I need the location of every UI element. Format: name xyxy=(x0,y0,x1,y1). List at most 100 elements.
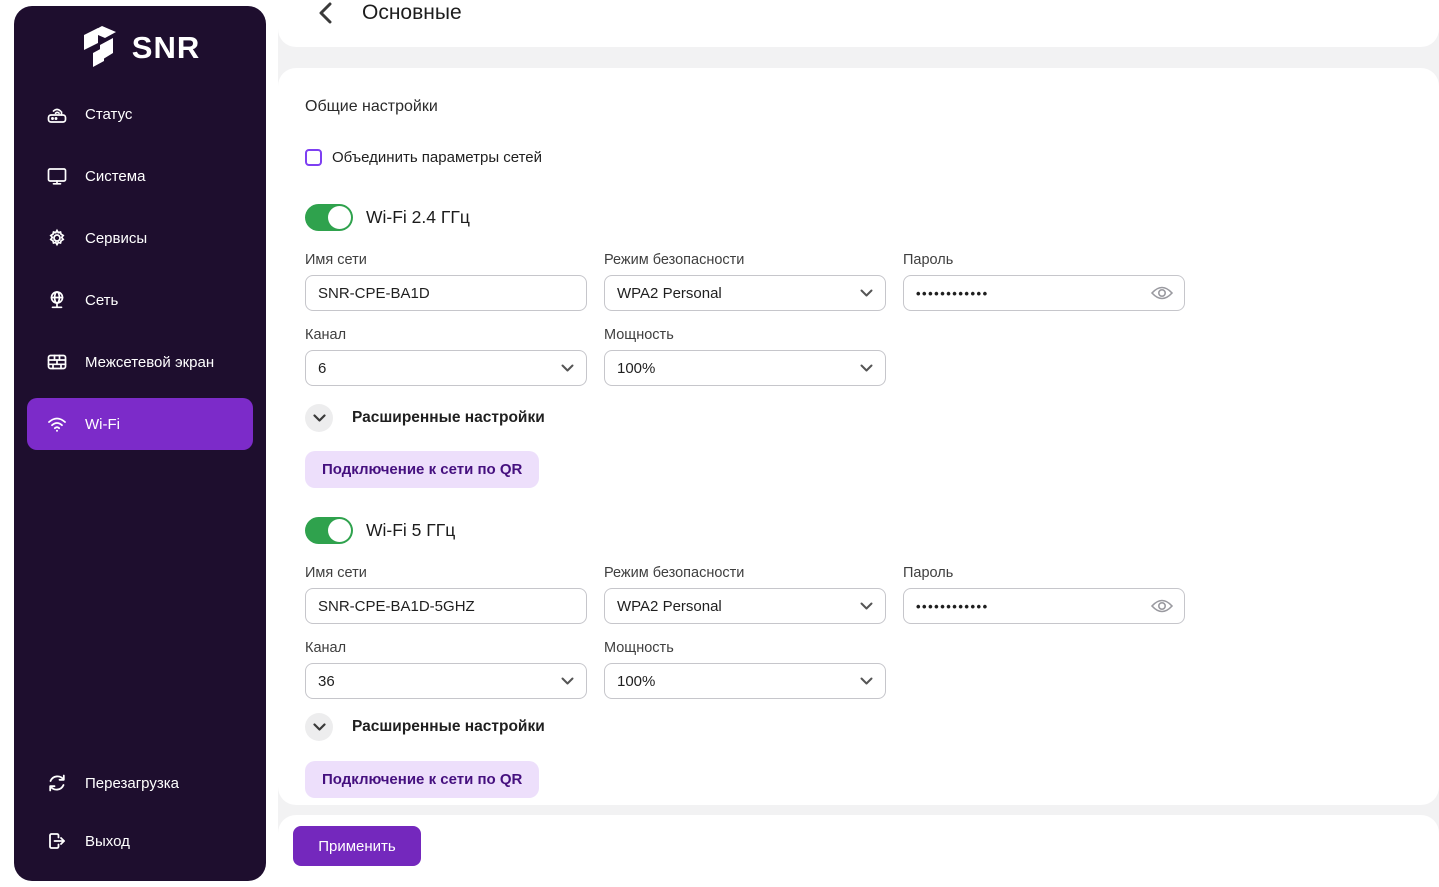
sidebar-item-wifi[interactable]: Wi-Fi xyxy=(27,398,253,450)
security-select-2g[interactable]: WPA2 Personal xyxy=(604,275,886,311)
password-label: Пароль xyxy=(903,564,1185,582)
security-label: Режим безопасности xyxy=(604,251,886,269)
security-selected-value: WPA2 Personal xyxy=(617,598,722,615)
firewall-icon xyxy=(45,350,69,374)
band-5g-title: Wi-Fi 5 ГГц xyxy=(366,520,455,541)
password-input-2g[interactable] xyxy=(903,275,1185,311)
advanced-settings-label: Расширенные настройки xyxy=(352,409,545,427)
gear-icon xyxy=(45,226,69,250)
sidebar-item-label: Перезагрузка xyxy=(85,775,179,792)
toggle-knob xyxy=(328,206,351,229)
power-field-group: Мощность 100% xyxy=(604,639,886,699)
merge-networks-checkbox-row[interactable]: Объединить параметры сетей xyxy=(305,149,1439,166)
snr-cube-logo-icon xyxy=(80,23,122,74)
chevron-down-icon[interactable] xyxy=(305,713,333,741)
qr-connect-button-5g[interactable]: Подключение к сети по QR xyxy=(305,761,539,798)
sidebar-item-logout[interactable]: Выход xyxy=(27,815,253,867)
channel-selected-value: 36 xyxy=(318,673,335,690)
security-field-group: Режим безопасности WPA2 Personal xyxy=(604,564,886,624)
sidebar-item-reboot[interactable]: Перезагрузка xyxy=(27,757,253,809)
sidebar-item-services[interactable]: Сервисы xyxy=(27,212,253,264)
chevron-down-icon xyxy=(860,289,873,297)
sidebar-item-label: Система xyxy=(85,168,145,185)
advanced-settings-toggle-5g[interactable]: Расширенные настройки xyxy=(305,713,1439,741)
chevron-down-icon xyxy=(860,364,873,372)
monitor-icon xyxy=(45,164,69,188)
security-field-group: Режим безопасности WPA2 Personal xyxy=(604,251,886,311)
power-selected-value: 100% xyxy=(617,360,655,377)
wifi-settings-card: Общие настройки Объединить параметры сет… xyxy=(278,68,1439,805)
apply-button[interactable]: Применить xyxy=(293,826,421,866)
password-label: Пароль xyxy=(903,251,1185,269)
power-field-group: Мощность 100% xyxy=(604,326,886,386)
band-5g-header: Wi-Fi 5 ГГц xyxy=(305,517,1439,544)
ssid-label: Имя сети xyxy=(305,251,587,269)
reboot-icon xyxy=(45,771,69,795)
sidebar-item-label: Статус xyxy=(85,106,132,123)
channel-label: Канал xyxy=(305,639,587,657)
page-header: Основные xyxy=(278,0,1439,47)
advanced-settings-label: Расширенные настройки xyxy=(352,718,545,736)
wifi-5g-toggle[interactable] xyxy=(305,517,353,544)
sidebar: SNR Статус xyxy=(14,6,266,881)
ssid-label: Имя сети xyxy=(305,564,587,582)
section-title: Общие настройки xyxy=(305,98,1439,116)
logout-icon xyxy=(45,829,69,853)
chevron-down-icon xyxy=(860,677,873,685)
merge-networks-checkbox[interactable] xyxy=(305,149,322,166)
merge-networks-label: Объединить параметры сетей xyxy=(332,149,542,166)
ssid-field-group: Имя сети xyxy=(305,251,587,311)
show-password-icon[interactable] xyxy=(1150,282,1174,304)
band-5g-fields: Имя сети Режим безопасности WPA2 Persona… xyxy=(305,564,1439,699)
band-2g-header: Wi-Fi 2.4 ГГц xyxy=(305,204,1439,231)
sidebar-item-label: Выход xyxy=(85,833,130,850)
sidebar-item-label: Межсетевой экран xyxy=(85,354,214,371)
sidebar-nav: Статус Система Сервисы xyxy=(14,88,266,450)
channel-label: Канал xyxy=(305,326,587,344)
ssid-input-2g[interactable] xyxy=(305,275,587,311)
sidebar-bottom-nav: Перезагрузка Выход xyxy=(14,757,266,881)
password-field-group: Пароль xyxy=(903,564,1185,624)
router-status-icon xyxy=(45,102,69,126)
channel-select-2g[interactable]: 6 xyxy=(305,350,587,386)
channel-select-5g[interactable]: 36 xyxy=(305,663,587,699)
band-2g-fields: Имя сети Режим безопасности WPA2 Persona… xyxy=(305,251,1439,386)
power-select-2g[interactable]: 100% xyxy=(604,350,886,386)
security-select-5g[interactable]: WPA2 Personal xyxy=(604,588,886,624)
qr-connect-button-2g[interactable]: Подключение к сети по QR xyxy=(305,451,539,488)
ssid-input-5g[interactable] xyxy=(305,588,587,624)
footer-bar: Применить xyxy=(278,815,1439,887)
chevron-down-icon xyxy=(561,364,574,372)
show-password-icon[interactable] xyxy=(1150,595,1174,617)
sidebar-item-network[interactable]: Сеть xyxy=(27,274,253,326)
back-button[interactable] xyxy=(315,0,335,26)
wifi-2g-toggle[interactable] xyxy=(305,204,353,231)
content-area: Основные Общие настройки Объединить пара… xyxy=(278,0,1439,887)
power-select-5g[interactable]: 100% xyxy=(604,663,886,699)
brand-logo: SNR xyxy=(14,6,266,72)
password-input-5g[interactable] xyxy=(903,588,1185,624)
ssid-field-group: Имя сети xyxy=(305,564,587,624)
band-2g-title: Wi-Fi 2.4 ГГц xyxy=(366,207,470,228)
security-selected-value: WPA2 Personal xyxy=(617,285,722,302)
channel-field-group: Канал 6 xyxy=(305,326,587,386)
wifi-icon xyxy=(45,412,69,436)
power-label: Мощность xyxy=(604,639,886,657)
brand-name: SNR xyxy=(132,30,200,66)
page-title: Основные xyxy=(362,0,462,26)
chevron-down-icon[interactable] xyxy=(305,404,333,432)
sidebar-item-firewall[interactable]: Межсетевой экран xyxy=(27,336,253,388)
advanced-settings-toggle-2g[interactable]: Расширенные настройки xyxy=(305,404,1439,432)
power-label: Мощность xyxy=(604,326,886,344)
sidebar-item-status[interactable]: Статус xyxy=(27,88,253,140)
sidebar-item-system[interactable]: Система xyxy=(27,150,253,202)
toggle-knob xyxy=(328,519,351,542)
sidebar-item-label: Сервисы xyxy=(85,230,147,247)
chevron-down-icon xyxy=(561,677,574,685)
channel-selected-value: 6 xyxy=(318,360,326,377)
sidebar-item-label: Wi-Fi xyxy=(85,416,120,433)
password-field-group: Пароль xyxy=(903,251,1185,311)
sidebar-item-label: Сеть xyxy=(85,292,118,309)
channel-field-group: Канал 36 xyxy=(305,639,587,699)
chevron-down-icon xyxy=(860,602,873,610)
